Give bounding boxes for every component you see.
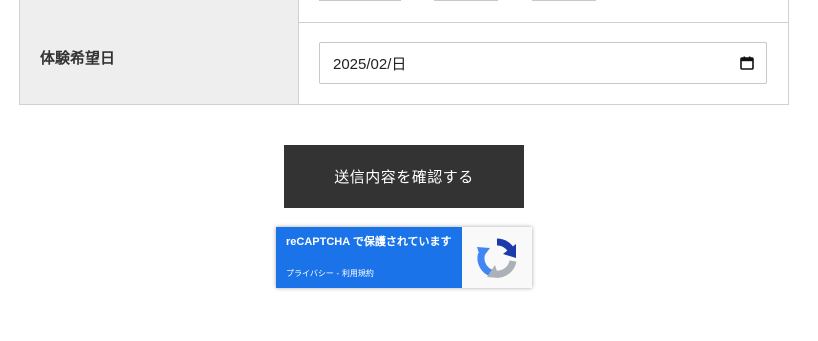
date-input[interactable]: 2025/02/日 xyxy=(319,42,767,84)
previous-select-year[interactable] xyxy=(319,0,401,1)
form-row-previous-header xyxy=(20,0,299,22)
confirm-submit-button[interactable]: 送信内容を確認する xyxy=(284,145,524,208)
recaptcha-links: プライバシー - 利用規約 xyxy=(286,268,374,279)
form-row-previous-cell xyxy=(299,0,788,22)
previous-select-month[interactable] xyxy=(434,0,498,1)
recaptcha-title: reCAPTCHA で保護されています xyxy=(286,236,452,248)
form-row-previous xyxy=(20,0,788,23)
date-input-value: 2025/02/日 xyxy=(333,55,407,73)
recaptcha-logo-icon xyxy=(462,227,532,288)
previous-select-day[interactable] xyxy=(532,0,596,1)
page: 体験希望日 2025/02/日 送信内容を確認する reCAPTCHA で保護さ… xyxy=(0,0,818,341)
form-row-date-header: 体験希望日 xyxy=(20,22,299,104)
date-field-label: 体験希望日 xyxy=(40,49,116,67)
recaptcha-terms-link[interactable]: 利用規約 xyxy=(342,269,374,278)
recaptcha-text-panel: reCAPTCHA で保護されています プライバシー - 利用規約 xyxy=(276,227,462,288)
form-row-date: 体験希望日 2025/02/日 xyxy=(20,22,788,104)
calendar-icon[interactable] xyxy=(740,56,754,70)
recaptcha-link-separator: - xyxy=(333,269,342,278)
form-row-date-cell: 2025/02/日 xyxy=(299,22,788,104)
recaptcha-badge[interactable]: reCAPTCHA で保護されています プライバシー - 利用規約 xyxy=(276,227,532,288)
form-table: 体験希望日 2025/02/日 xyxy=(19,0,789,105)
recaptcha-privacy-link[interactable]: プライバシー xyxy=(286,269,334,278)
